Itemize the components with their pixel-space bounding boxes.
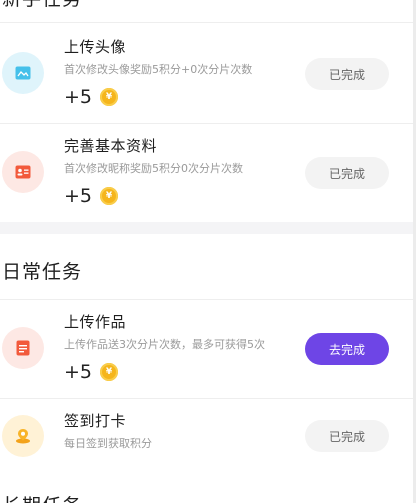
task-title: 上传头像 [64,38,127,56]
task-item-upload-avatar: 上传头像 首次修改头像奖励5积分+0次分片次数 +5 ¥ 已完成 [0,23,416,123]
completed-button[interactable]: 已完成 [305,420,389,452]
checkin-pin-icon [2,415,44,457]
coin-icon: ¥ [100,363,119,381]
profile-card-icon [2,151,44,193]
task-reward: +5 ¥ [64,86,119,108]
task-description: 首次修改昵称奖励5积分0次分片次数 [64,162,243,175]
document-icon [2,327,44,369]
task-title: 上传作品 [64,313,127,331]
task-description: 每日签到获取积分 [64,437,152,450]
section-title-newbie: 新手任务 [2,0,82,11]
task-description: 上传作品送3次分片次数，最多可获得5次 [64,338,265,351]
reward-points: +5 [64,185,93,207]
task-item-upload-work: 上传作品 上传作品送3次分片次数，最多可获得5次 +5 ¥ 去完成 [0,300,416,398]
section-title-longterm: 长期任务 [2,491,82,503]
task-reward: +5 ¥ [64,361,119,383]
reward-points: +5 [64,86,93,108]
task-reward: +5 ¥ [64,185,119,207]
go-complete-button[interactable]: 去完成 [305,333,389,365]
task-center-page: 新手任务 上传头像 首次修改头像奖励5积分+0次分片次数 +5 ¥ 已完成 [0,0,416,503]
reward-points: +5 [64,361,93,383]
task-description: 首次修改头像奖励5积分+0次分片次数 [64,63,253,76]
task-title: 签到打卡 [64,412,127,430]
coin-icon: ¥ [100,88,119,106]
task-title: 完善基本资料 [64,137,158,155]
section-separator [0,222,416,234]
task-item-checkin: 签到打卡 每日签到获取积分 已完成 [0,399,416,471]
coin-icon: ¥ [100,187,119,205]
task-item-complete-profile: 完善基本资料 首次修改昵称奖励5积分0次分片次数 +5 ¥ 已完成 [0,124,416,222]
completed-button[interactable]: 已完成 [305,157,389,189]
completed-button[interactable]: 已完成 [305,58,389,90]
section-title-daily: 日常任务 [2,261,83,283]
image-icon [2,52,44,94]
